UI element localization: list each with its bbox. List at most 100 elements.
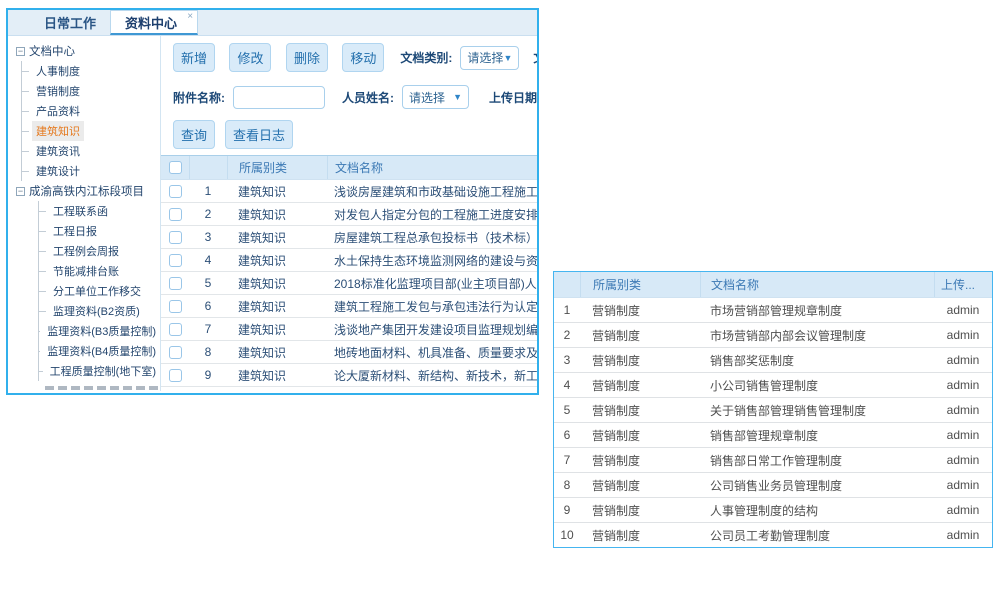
row-checkbox[interactable] [169, 277, 182, 290]
row-checkbox[interactable] [169, 185, 182, 198]
row-checkbox[interactable] [169, 369, 182, 382]
row-category: 营销制度 [580, 402, 700, 419]
row-doc-name: 对发包人指定分包的工程施工进度安排... [327, 206, 537, 223]
row-category: 营销制度 [580, 352, 700, 369]
row-uploader: admin [934, 528, 992, 542]
table-row[interactable]: 8 营销制度 公司销售业务员管理制度 admin [554, 473, 992, 498]
doc-category-select[interactable]: 请选择 ▼ [460, 46, 519, 70]
row-number: 1 [189, 184, 227, 198]
row-category: 建筑知识 [227, 252, 327, 269]
table-row[interactable]: 5 建筑知识 2018标准化监理项目部(业主项目部)人员... [161, 272, 537, 295]
upload-date-label: 上传日期 [489, 89, 537, 106]
tree-item[interactable]: 监理资料(B3质量控制) [39, 321, 160, 341]
table-row[interactable]: 6 建筑知识 建筑工程施工发包与承包违法行为认定... [161, 295, 537, 318]
row-category: 建筑知识 [227, 321, 327, 338]
table-row[interactable]: 9 营销制度 人事管理制度的结构 admin [554, 498, 992, 523]
row-category: 营销制度 [580, 502, 700, 519]
collapse-icon[interactable]: − [16, 47, 25, 56]
tree-item-label: 工程例会周报 [49, 241, 123, 261]
tree-item-label: 监理资料(B3质量控制) [43, 321, 160, 341]
table-row[interactable]: 1 营销制度 市场营销部管理规章制度 admin [554, 298, 992, 323]
tree-item[interactable]: 人事制度 [22, 61, 160, 81]
row-checkbox[interactable] [169, 300, 182, 313]
view-log-button[interactable]: 查看日志 [225, 120, 293, 149]
row-doc-name: 浅谈房屋建筑和市政基础设施工程施工... [327, 183, 537, 200]
tree-item-label: 营销制度 [32, 81, 84, 101]
table-row[interactable]: 3 建筑知识 房屋建筑工程总承包投标书（技术标）... [161, 226, 537, 249]
row-category: 建筑知识 [227, 229, 327, 246]
clipped-tree-item [45, 386, 161, 390]
row-category: 建筑知识 [227, 390, 327, 392]
table-row[interactable]: 8 建筑知识 地砖地面材料、机具准备、质量要求及... [161, 341, 537, 364]
tree-item[interactable]: 建筑设计 [22, 161, 160, 181]
tree-root-project[interactable]: − 成渝高铁内江标段项目 [8, 181, 160, 201]
table-row[interactable]: 4 营销制度 小公司销售管理制度 admin [554, 373, 992, 398]
row-number: 5 [554, 403, 580, 417]
row-checkbox[interactable] [169, 254, 182, 267]
row-checkbox[interactable] [169, 323, 182, 336]
table-row[interactable]: 2 营销制度 市场营销部内部会议管理制度 admin [554, 323, 992, 348]
tree-item[interactable]: 工程日报 [39, 221, 160, 241]
table-body: 1 建筑知识 浅谈房屋建筑和市政基础设施工程施工... 2 建筑知识 对发包人指… [161, 180, 537, 391]
tree-item[interactable]: 营销制度 [22, 81, 160, 101]
tree-item[interactable]: 建筑知识 [22, 121, 160, 141]
table-row[interactable]: 10 营销制度 公司员工考勤管理制度 admin [554, 523, 992, 548]
tab-data-center-label: 资料中心 [125, 13, 177, 32]
table-row[interactable]: 10 建筑知识 大厦地下室加气砼墙砌筑工程的施工方... [161, 387, 537, 391]
tree-item-label: 监理资料(B2资质) [49, 301, 144, 321]
row-uploader: admin [934, 328, 992, 342]
name-column-header: 文档名称 [327, 156, 537, 179]
tree-item-label: 建筑知识 [32, 121, 84, 141]
close-icon[interactable]: × [187, 12, 193, 22]
tree-item[interactable]: 工程例会周报 [39, 241, 160, 261]
select-all-checkbox[interactable] [169, 161, 182, 174]
tree-item-label: 工程联系函 [49, 201, 112, 221]
row-doc-name: 水土保持生态环境监测网络的建设与资... [327, 252, 537, 269]
row-number: 4 [554, 378, 580, 392]
action-button[interactable]: 新增 [173, 43, 215, 72]
tab-data-center[interactable]: 资料中心 × [110, 10, 198, 35]
table-row[interactable]: 3 营销制度 销售部奖惩制度 admin [554, 348, 992, 373]
main-pane: 新增 修改 删除 移动 文档类别: 请选择 ▼ 文档 附件名称: [161, 36, 537, 391]
table-row[interactable]: 6 营销制度 销售部管理规章制度 admin [554, 423, 992, 448]
tree-item-label: 工程质量控制(地下室) [46, 361, 160, 381]
row-doc-name: 公司销售业务员管理制度 [700, 477, 934, 494]
tree-root-label: 文档中心 [29, 43, 75, 59]
tree-item[interactable]: 节能减排台账 [39, 261, 160, 281]
row-checkbox[interactable] [169, 231, 182, 244]
attachment-name-input[interactable] [233, 86, 325, 109]
number-column-header [189, 156, 227, 179]
tree-item-label: 产品资料 [32, 101, 84, 121]
tab-daily-work[interactable]: 日常工作 [30, 10, 110, 35]
table-row[interactable]: 9 建筑知识 论大厦新材料、新结构、新技术，新工... [161, 364, 537, 387]
tree-item-label: 工程日报 [49, 221, 101, 241]
tree-item[interactable]: 分工单位工作移交 [39, 281, 160, 301]
action-button[interactable]: 删除 [286, 43, 328, 72]
documents-table: 所属别类 文档名称 1 建筑知识 浅谈房屋建筑和市政基础设施工程施工... [161, 155, 537, 391]
row-number: 7 [554, 453, 580, 467]
table-row[interactable]: 7 建筑知识 浅谈地产集团开发建设项目监理规划编... [161, 318, 537, 341]
row-number: 6 [554, 428, 580, 442]
action-button[interactable]: 修改 [229, 43, 271, 72]
person-name-select[interactable]: 请选择 ▼ [402, 85, 469, 109]
tree-item[interactable]: 监理资料(B2资质) [39, 301, 160, 321]
action-button[interactable]: 移动 [342, 43, 384, 72]
row-doc-name: 大厦地下室加气砼墙砌筑工程的施工方... [327, 390, 537, 392]
tree-item[interactable]: 建筑资讯 [22, 141, 160, 161]
tree-item[interactable]: 监理资料(B4质量控制) [39, 341, 160, 361]
search-button[interactable]: 查询 [173, 120, 215, 149]
table-row[interactable]: 5 营销制度 关于销售部管理销售管理制度 admin [554, 398, 992, 423]
tree-root-document-center[interactable]: − 文档中心 [8, 41, 160, 61]
table-row[interactable]: 7 营销制度 销售部日常工作管理制度 admin [554, 448, 992, 473]
tree-item[interactable]: 产品资料 [22, 101, 160, 121]
row-number: 7 [189, 322, 227, 336]
row-checkbox[interactable] [169, 208, 182, 221]
row-doc-name: 销售部奖惩制度 [700, 352, 934, 369]
collapse-icon[interactable]: − [16, 187, 25, 196]
tree-item[interactable]: 工程质量控制(地下室) [39, 361, 160, 381]
table-row[interactable]: 2 建筑知识 对发包人指定分包的工程施工进度安排... [161, 203, 537, 226]
tree-item[interactable]: 工程联系函 [39, 201, 160, 221]
table-row[interactable]: 4 建筑知识 水土保持生态环境监测网络的建设与资... [161, 249, 537, 272]
table-row[interactable]: 1 建筑知识 浅谈房屋建筑和市政基础设施工程施工... [161, 180, 537, 203]
row-checkbox[interactable] [169, 346, 182, 359]
